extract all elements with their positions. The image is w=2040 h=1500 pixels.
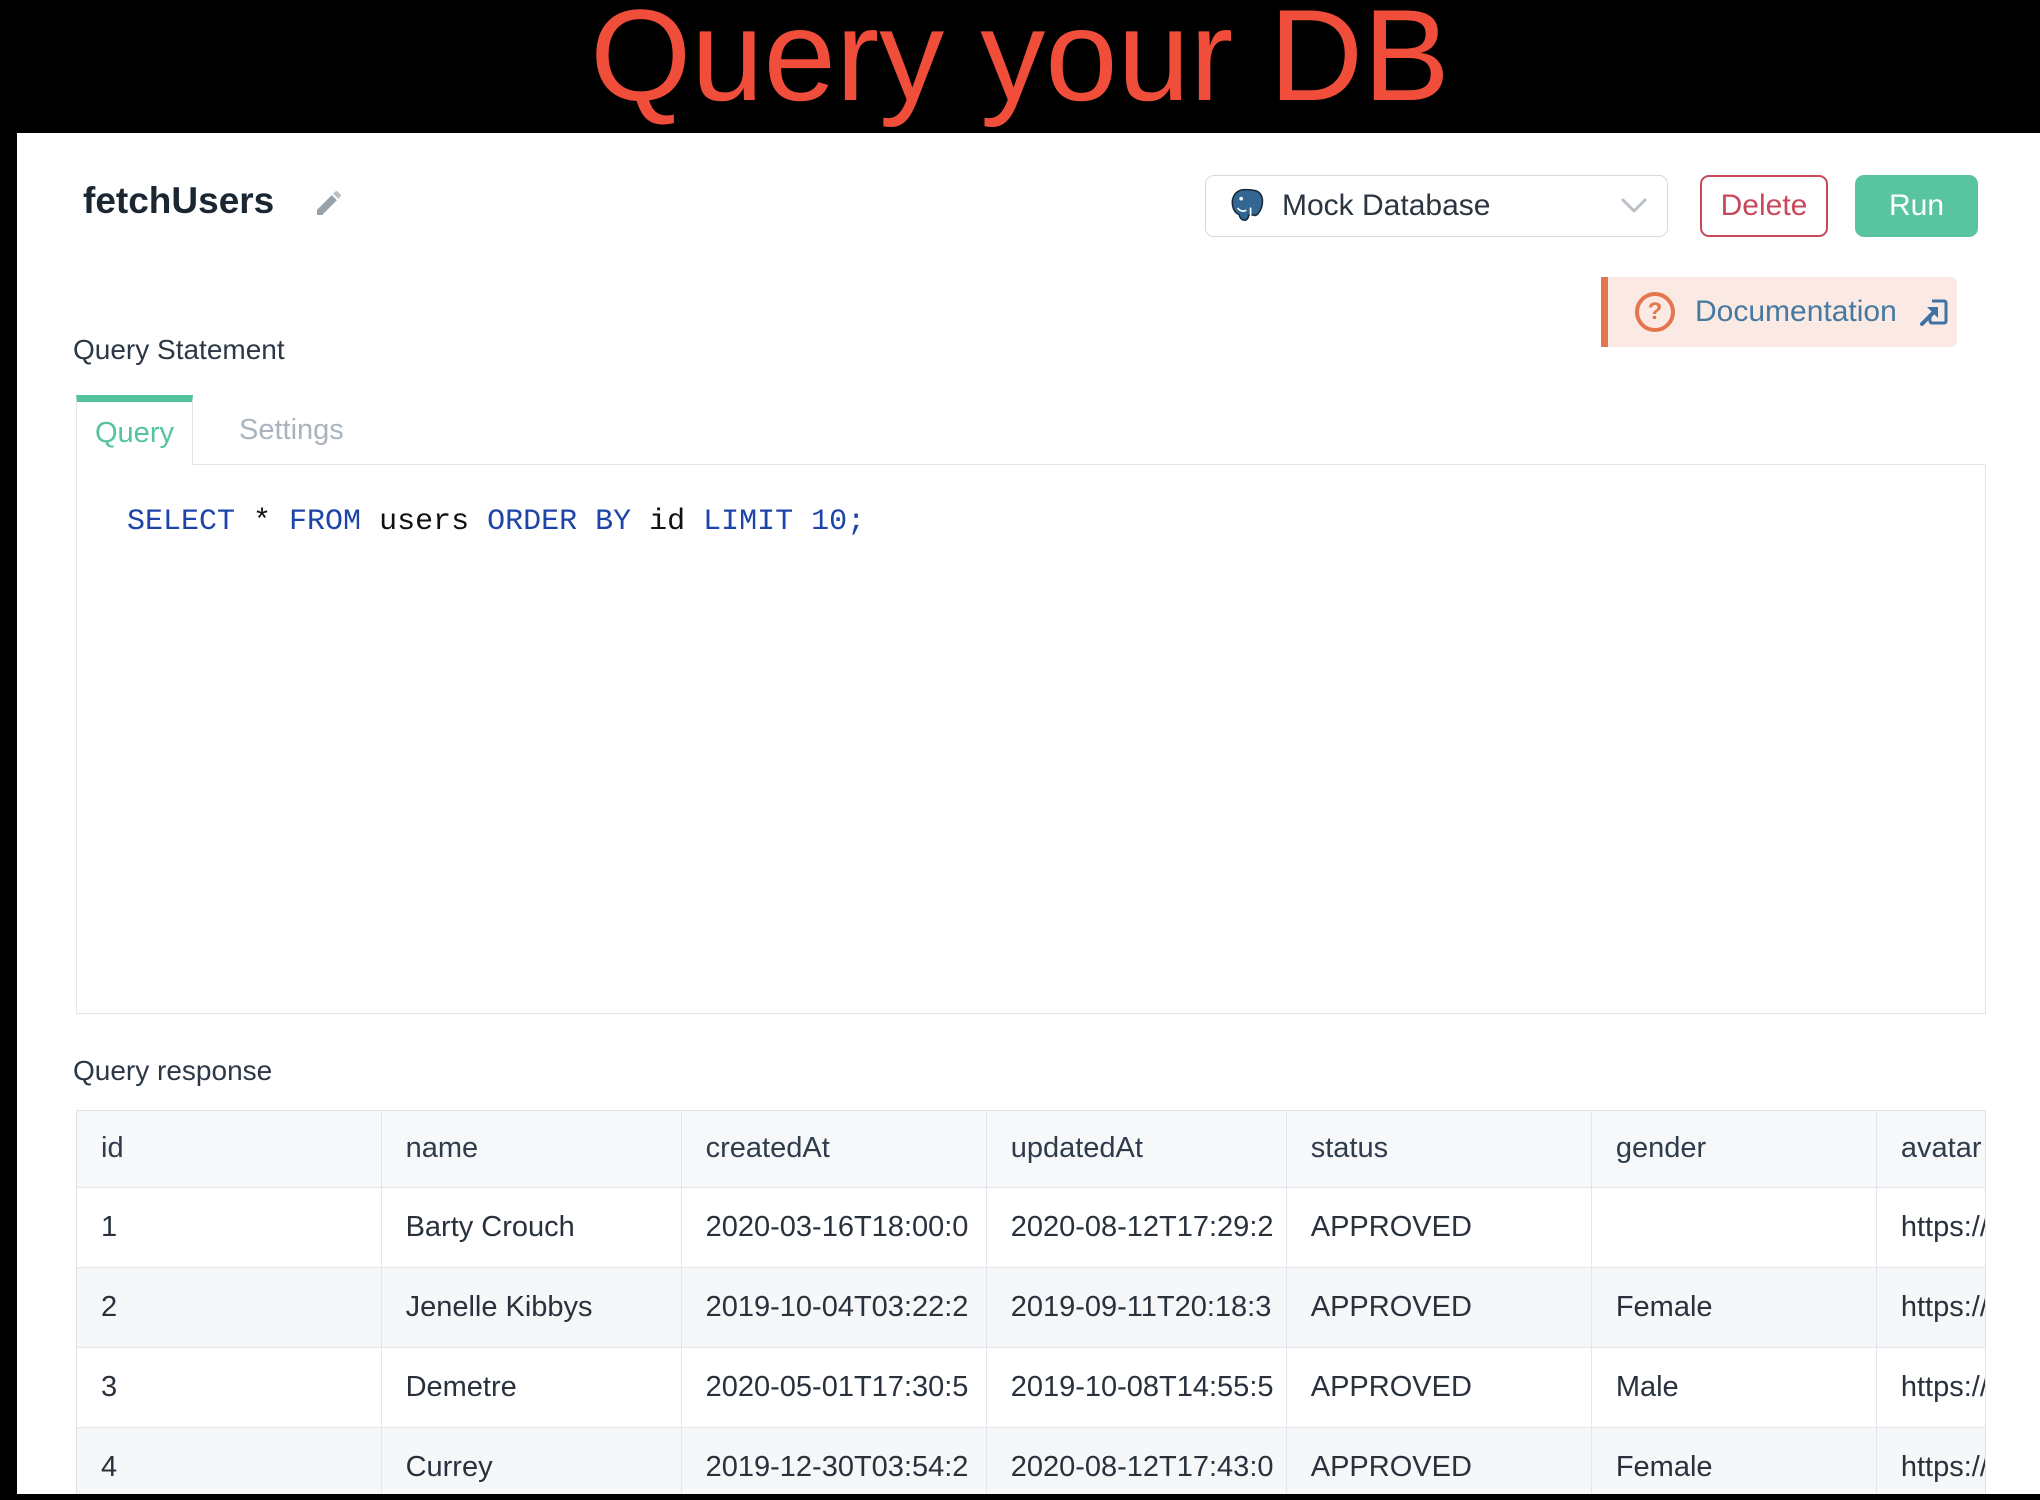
sql-code-line[interactable]: SELECT * FROM users ORDER BY id LIMIT 10… xyxy=(77,465,1985,539)
cell-updatedAt: 2020-08-12T17:29:2 xyxy=(986,1187,1286,1267)
documentation-accent-bar xyxy=(1601,277,1608,347)
sql-token: FROM xyxy=(289,505,361,539)
table-row: 1Barty Crouch2020-03-16T18:00:02020-08-1… xyxy=(77,1187,1986,1267)
cell-name: Barty Crouch xyxy=(381,1187,681,1267)
sql-token: * xyxy=(235,505,289,539)
pencil-icon xyxy=(313,187,345,219)
sql-editor[interactable]: SELECT * FROM users ORDER BY id LIMIT 10… xyxy=(76,464,1986,1014)
delete-button[interactable]: Delete xyxy=(1700,175,1828,237)
cell-createdAt: 2020-03-16T18:00:0 xyxy=(681,1187,986,1267)
cell-avatar: https:// xyxy=(1876,1187,1986,1267)
query-response-table: idnamecreatedAtupdatedAtstatusgenderavat… xyxy=(77,1111,1986,1494)
column-header-id: id xyxy=(77,1111,381,1187)
cell-name: Demetre xyxy=(381,1347,681,1427)
cell-updatedAt: 2020-08-12T17:43:0 xyxy=(986,1427,1286,1494)
question-circle-icon: ? xyxy=(1635,292,1675,332)
cell-avatar: https:// xyxy=(1876,1267,1986,1347)
cell-id: 1 xyxy=(77,1187,381,1267)
column-header-avatar: avatar xyxy=(1876,1111,1986,1187)
app-window: fetchUsers Mock Database Delete Run ? Do… xyxy=(17,133,2040,1494)
column-header-gender: gender xyxy=(1591,1111,1876,1187)
cell-createdAt: 2019-12-30T03:54:2 xyxy=(681,1427,986,1494)
column-header-updatedAt: updatedAt xyxy=(986,1111,1286,1187)
cell-gender xyxy=(1591,1187,1876,1267)
sql-token xyxy=(793,505,811,539)
table-row: 3Demetre2020-05-01T17:30:52019-10-08T14:… xyxy=(77,1347,1986,1427)
database-selector[interactable]: Mock Database xyxy=(1205,175,1668,237)
cell-avatar: https:// xyxy=(1876,1347,1986,1427)
tab-settings[interactable]: Settings xyxy=(193,395,390,465)
cell-updatedAt: 2019-10-08T14:55:5 xyxy=(986,1347,1286,1427)
chevron-down-icon xyxy=(1621,198,1647,214)
table-header-row: idnamecreatedAtupdatedAtstatusgenderavat… xyxy=(77,1111,1986,1187)
cell-createdAt: 2020-05-01T17:30:5 xyxy=(681,1347,986,1427)
sql-token: LIMIT xyxy=(703,505,793,539)
sql-token: SELECT xyxy=(127,505,235,539)
edit-query-name-button[interactable] xyxy=(313,187,345,219)
cell-gender: Male xyxy=(1591,1347,1876,1427)
cell-gender: Female xyxy=(1591,1427,1876,1494)
cell-updatedAt: 2019-09-11T20:18:3 xyxy=(986,1267,1286,1347)
cell-status: APPROVED xyxy=(1286,1427,1591,1494)
query-response-table-wrapper: idnamecreatedAtupdatedAtstatusgenderavat… xyxy=(76,1110,1986,1494)
cell-gender: Female xyxy=(1591,1267,1876,1347)
query-tabs: QuerySettings xyxy=(76,395,390,465)
cell-id: 2 xyxy=(77,1267,381,1347)
query-name-title: fetchUsers xyxy=(83,180,274,222)
documentation-link[interactable]: ? Documentation xyxy=(1601,277,1957,347)
sql-token: users xyxy=(361,505,487,539)
cell-avatar: https:// xyxy=(1876,1427,1986,1494)
sql-token: id xyxy=(631,505,703,539)
table-row: 4Currey2019-12-30T03:54:22020-08-12T17:4… xyxy=(77,1427,1986,1494)
column-header-name: name xyxy=(381,1111,681,1187)
cell-status: APPROVED xyxy=(1286,1187,1591,1267)
cell-id: 4 xyxy=(77,1427,381,1494)
page-title: Query your DB xyxy=(0,0,2040,120)
run-button[interactable]: Run xyxy=(1855,175,1978,237)
tab-query[interactable]: Query xyxy=(76,395,193,465)
query-response-label: Query response xyxy=(73,1055,272,1087)
table-row: 2Jenelle Kibbys2019-10-04T03:22:22019-09… xyxy=(77,1267,1986,1347)
top-banner: Query your DB xyxy=(0,0,2040,133)
documentation-label: Documentation xyxy=(1695,295,1897,329)
cell-name: Currey xyxy=(381,1427,681,1494)
query-statement-label: Query Statement xyxy=(73,334,285,366)
column-header-createdAt: createdAt xyxy=(681,1111,986,1187)
postgresql-icon xyxy=(1226,186,1266,226)
cell-status: APPROVED xyxy=(1286,1347,1591,1427)
sql-token: 10; xyxy=(811,505,865,539)
cell-id: 3 xyxy=(77,1347,381,1427)
cell-name: Jenelle Kibbys xyxy=(381,1267,681,1347)
cell-status: APPROVED xyxy=(1286,1267,1591,1347)
database-selector-value: Mock Database xyxy=(1282,189,1490,223)
column-header-status: status xyxy=(1286,1111,1591,1187)
cell-createdAt: 2019-10-04T03:22:2 xyxy=(681,1267,986,1347)
sql-token: ORDER BY xyxy=(487,505,631,539)
external-link-icon xyxy=(1917,294,1953,330)
table-body: 1Barty Crouch2020-03-16T18:00:02020-08-1… xyxy=(77,1187,1986,1494)
